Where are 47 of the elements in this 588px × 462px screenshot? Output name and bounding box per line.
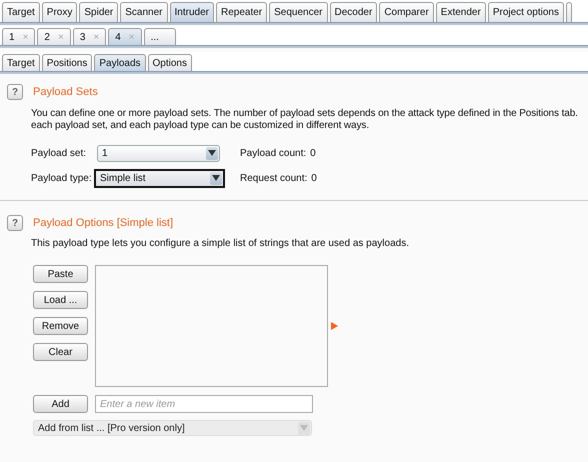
help-icon[interactable]: ? [7,215,23,231]
attack-tab[interactable]: 2 × [37,28,71,45]
list-button[interactable]: Paste [33,265,88,283]
tool-tab[interactable]: Project options [488,2,564,22]
count-label: Payload count: [240,148,306,158]
list-button[interactable]: Remove [33,317,88,335]
tool-tab[interactable]: Decoder [330,2,378,22]
new-item-field[interactable]: Enter a new item [95,395,313,413]
count-value: 0 [311,172,317,184]
field-label: Payload type: [31,172,93,184]
sub-tab[interactable]: Payloads [94,54,146,71]
tool-tab[interactable]: Intruder [170,2,214,22]
description-text: This payload type lets you configure a simple list of strings that are used as payloads. [31,238,410,249]
attack-tab[interactable]: 3 × [72,28,106,45]
tool-tab[interactable]: Comparer [379,2,434,22]
dropdown-arrow-icon [208,150,216,156]
attack-tab[interactable]: 1 × [2,28,36,45]
tool-tab[interactable]: Scanner [120,2,168,22]
description-text: You can define one or more payload sets. The number of payload sets depends on the attack type defined in the Positions tab. [31,108,579,120]
section-title: Payload Sets [33,86,98,98]
sub-tab[interactable]: Positions [42,54,92,71]
tool-tab[interactable]: Spider [79,2,118,22]
attack-tab[interactable]: 4 × [108,28,142,45]
dropdown-arrow-icon [212,175,220,181]
dropdown[interactable]: 1 [97,144,220,162]
description-text: each payload set, and each payload type can be customized in different ways. [31,120,370,132]
payload-list[interactable] [95,265,328,387]
dropdown[interactable]: Simple list [94,168,225,188]
expand-arrow-icon[interactable] [331,322,338,330]
list-button[interactable]: Load ... [33,291,88,309]
count-label: Request count: [240,172,308,184]
tool-tab[interactable]: Sequencer [269,2,328,22]
sub-tab[interactable]: Target [2,54,40,71]
section-title: Payload Options [Simple list] [33,217,174,229]
attack-tab[interactable]: ... [144,28,176,45]
dropdown-arrow-icon [300,425,308,431]
tool-tab[interactable]: Proxy [42,2,78,22]
add-button[interactable]: Add [33,395,88,413]
tab-edge [566,2,572,22]
field-label: Payload set: [31,148,88,158]
count-value: 0 [310,148,316,158]
tool-tab[interactable]: Target [2,2,40,22]
list-button[interactable]: Clear [33,343,88,361]
tool-tab[interactable]: Extender [436,2,486,22]
help-icon[interactable]: ? [7,84,23,100]
sub-tab[interactable]: Options [148,54,192,71]
tool-tab[interactable]: Repeater [216,2,268,22]
